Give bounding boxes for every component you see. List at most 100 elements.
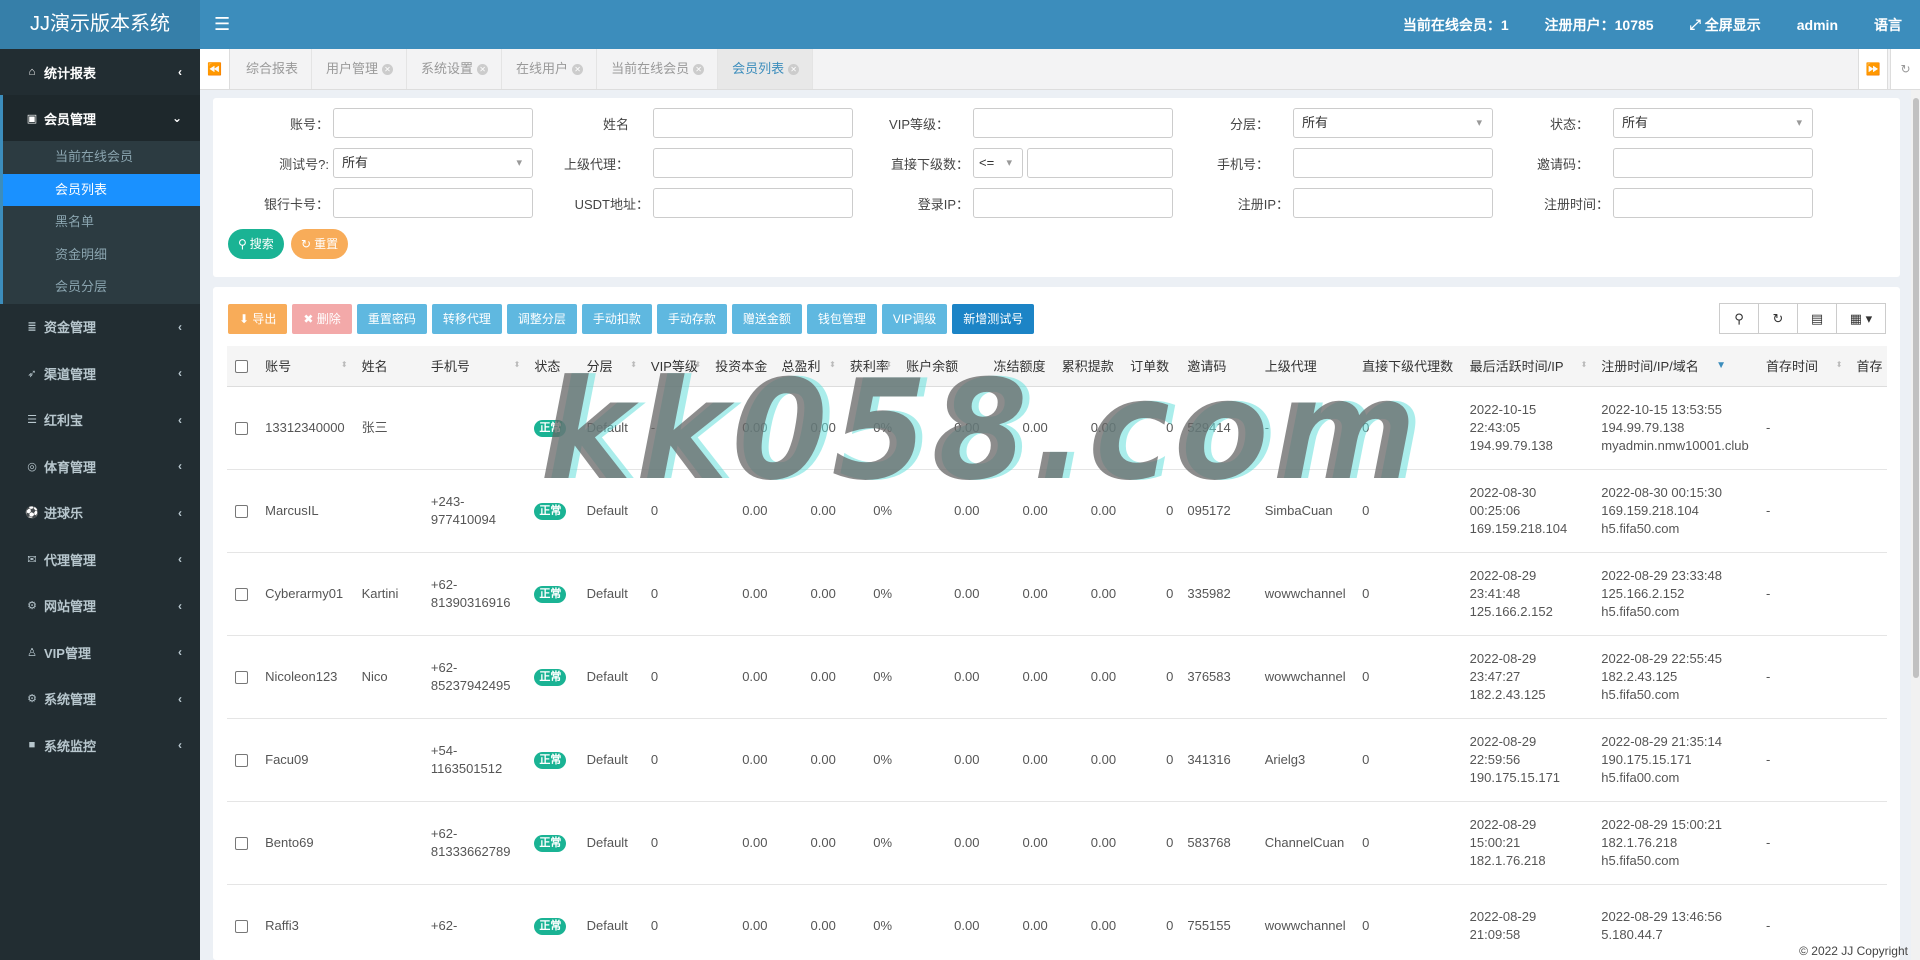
manual-deduct-button[interactable]: 手动扣款	[581, 304, 652, 334]
column-header[interactable]: 冻结额度	[983, 346, 1052, 387]
direct-sub-input[interactable]	[1027, 148, 1173, 178]
column-header[interactable]: 账号 ⬍	[255, 346, 352, 387]
column-header[interactable]: 最后活跃时间/IP ⬍	[1459, 346, 1592, 387]
column-header[interactable]: 获利率 ⬍	[839, 346, 897, 387]
status-select[interactable]: 所有	[1613, 108, 1813, 138]
column-header[interactable]: VIP等级 ⬍	[640, 346, 706, 387]
transfer-agent-button[interactable]: 转移代理	[431, 304, 502, 334]
row-checkbox[interactable]	[227, 552, 256, 636]
test-select[interactable]: 所有	[333, 148, 533, 178]
tabs-scroll-left-icon[interactable]: ⏪	[200, 49, 230, 89]
language-menu[interactable]: 语言	[1856, 15, 1920, 35]
search-button[interactable]: ⚲ 搜索	[228, 229, 284, 259]
online-members-count[interactable]: 当前在线会员：1	[1385, 15, 1527, 35]
column-header[interactable]: 直接下级代理数	[1352, 346, 1460, 387]
sidebar-subitem-layer[interactable]: 会员分层	[3, 271, 200, 304]
sidebar-subitem-blacklist[interactable]: 黑名单	[3, 206, 200, 239]
column-header[interactable]: 手机号 ⬍	[420, 346, 525, 387]
reset-button[interactable]: ↻ 重置	[291, 229, 349, 259]
toggle-view-icon[interactable]: ▤	[1797, 303, 1837, 334]
row-checkbox[interactable]	[227, 801, 256, 885]
column-header[interactable]: 订单数	[1120, 346, 1178, 387]
close-icon[interactable]: ✕	[693, 64, 705, 76]
column-header[interactable]: 注册时间/IP/域名 ▼	[1591, 346, 1757, 387]
bars-icon[interactable]: ☰	[214, 0, 230, 49]
sidebar-item-sports[interactable]: ◎ 体育管理 ‹	[0, 443, 200, 490]
table-row[interactable]: 13312340000 张三 正常 Default -0.00 0.00 0% 0.00 0.0…	[227, 386, 1887, 470]
column-header[interactable]: 累积提款	[1051, 346, 1121, 387]
sidebar-item-system[interactable]: ⚙ 系统管理 ‹	[0, 676, 200, 723]
row-checkbox[interactable]	[227, 884, 256, 960]
select-all-checkbox[interactable]	[227, 346, 256, 387]
fullscreen-button[interactable]: ⤢ 全屏显示	[1672, 15, 1779, 35]
sidebar-item-goal[interactable]: ⚽ 进球乐 ‹	[0, 490, 200, 537]
tab-member-list[interactable]: 会员列表 ✕	[718, 49, 814, 89]
row-checkbox[interactable]	[227, 635, 256, 719]
row-checkbox[interactable]	[227, 469, 256, 553]
add-test-account-button[interactable]: 新增测试号	[952, 304, 1035, 334]
row-checkbox[interactable]	[227, 718, 256, 802]
wallet-manage-button[interactable]: 钱包管理	[806, 304, 877, 334]
column-header[interactable]: 状态	[524, 346, 577, 387]
adjust-layer-button[interactable]: 调整分层	[506, 304, 577, 334]
row-checkbox[interactable]	[227, 386, 256, 470]
column-header[interactable]: 总盈利 ⬍	[771, 346, 840, 387]
column-header[interactable]: 投资本金	[705, 346, 772, 387]
sidebar-item-monitor[interactable]: ■ 系统监控 ‹	[0, 722, 200, 769]
phone-input[interactable]	[1293, 148, 1493, 178]
table-row[interactable]: Facu09 +54- 1163501512 正常 Default 0 0.00 0.00 0%…	[227, 718, 1887, 802]
sidebar-item-fund[interactable]: ≣ 资金管理 ‹	[0, 304, 200, 351]
close-icon[interactable]: ✕	[477, 64, 489, 76]
login-ip-input[interactable]	[973, 188, 1173, 218]
tab-report[interactable]: 综合报表	[232, 49, 313, 89]
reset-password-button[interactable]: 重置密码	[356, 304, 427, 334]
column-header[interactable]: 账户余额	[896, 346, 984, 387]
layer-select[interactable]: 所有	[1293, 108, 1493, 138]
column-header[interactable]: 姓名	[351, 346, 421, 387]
sidebar-item-agent[interactable]: ✉ 代理管理 ‹	[0, 536, 200, 583]
column-header[interactable]: 首存	[1846, 346, 1887, 387]
tab-online-members[interactable]: 当前在线会员 ✕	[597, 49, 719, 89]
reg-ip-input[interactable]	[1293, 188, 1493, 218]
sidebar-item-member[interactable]: ▣ 会员管理 ⌄	[0, 95, 200, 141]
name-input[interactable]	[653, 108, 853, 138]
sidebar-item-site[interactable]: ⚙ 网站管理 ‹	[0, 583, 200, 630]
close-icon[interactable]: ✕	[572, 64, 584, 76]
user-menu[interactable]: admin	[1779, 17, 1856, 33]
tabs-scroll-right-icon[interactable]: ⏩	[1858, 49, 1888, 89]
column-header[interactable]: 邀请码	[1177, 346, 1255, 387]
tab-user-manage[interactable]: 用户管理 ✕	[312, 49, 408, 89]
invite-input[interactable]	[1613, 148, 1813, 178]
vip-adjust-button[interactable]: VIP调级	[881, 304, 948, 334]
close-icon[interactable]: ✕	[788, 64, 800, 76]
sidebar-item-channel[interactable]: ➶ 渠道管理 ‹	[0, 350, 200, 397]
delete-button[interactable]: ✖ 删除	[292, 304, 352, 334]
sidebar-item-report[interactable]: ⌂ 统计报表 ‹	[0, 49, 200, 95]
close-icon[interactable]: ✕	[382, 64, 394, 76]
gift-amount-button[interactable]: 赠送金额	[731, 304, 802, 334]
sidebar-subitem-online[interactable]: 当前在线会员	[3, 141, 200, 174]
table-row[interactable]: Cyberarmy01 Kartini +62- 81390316916 正常 Defau…	[227, 552, 1887, 636]
column-header[interactable]: 上级代理	[1254, 346, 1353, 387]
app-logo[interactable]: JJ演示版本系统	[0, 0, 200, 49]
table-row[interactable]: Bento69 +62- 81333662789 正常 Default 0 0.00 0.00…	[227, 801, 1887, 885]
sidebar-subitem-member-list[interactable]: 会员列表	[3, 173, 200, 206]
sidebar-item-bonus[interactable]: ☰ 红利宝 ‹	[0, 397, 200, 444]
page-scrollbar-thumb[interactable]	[1913, 98, 1919, 678]
usdt-input[interactable]	[653, 188, 853, 218]
tab-system-settings[interactable]: 系统设置 ✕	[407, 49, 503, 89]
sidebar-subitem-fund-detail[interactable]: 资金明细	[3, 239, 200, 272]
columns-icon[interactable]: ▦ ▾	[1836, 303, 1886, 334]
direct-sub-operator-select[interactable]: <=	[973, 148, 1023, 178]
column-header[interactable]: 首存时间 ⬍	[1756, 346, 1847, 387]
refresh-icon[interactable]: ↻	[1758, 303, 1798, 334]
refresh-icon[interactable]: ↻	[1890, 49, 1920, 89]
search-icon[interactable]: ⚲	[1719, 303, 1759, 334]
sidebar-item-vip[interactable]: ♙ VIP管理 ‹	[0, 629, 200, 676]
table-row[interactable]: MarcusIL +243- 977410094 正常 Default 0 0.00 0.00…	[227, 469, 1887, 553]
account-input[interactable]	[333, 108, 533, 138]
registered-users-count[interactable]: 注册用户：10785	[1527, 15, 1672, 35]
reg-time-input[interactable]	[1613, 188, 1813, 218]
tab-online-users[interactable]: 在线用户 ✕	[502, 49, 598, 89]
vip-input[interactable]	[973, 108, 1173, 138]
